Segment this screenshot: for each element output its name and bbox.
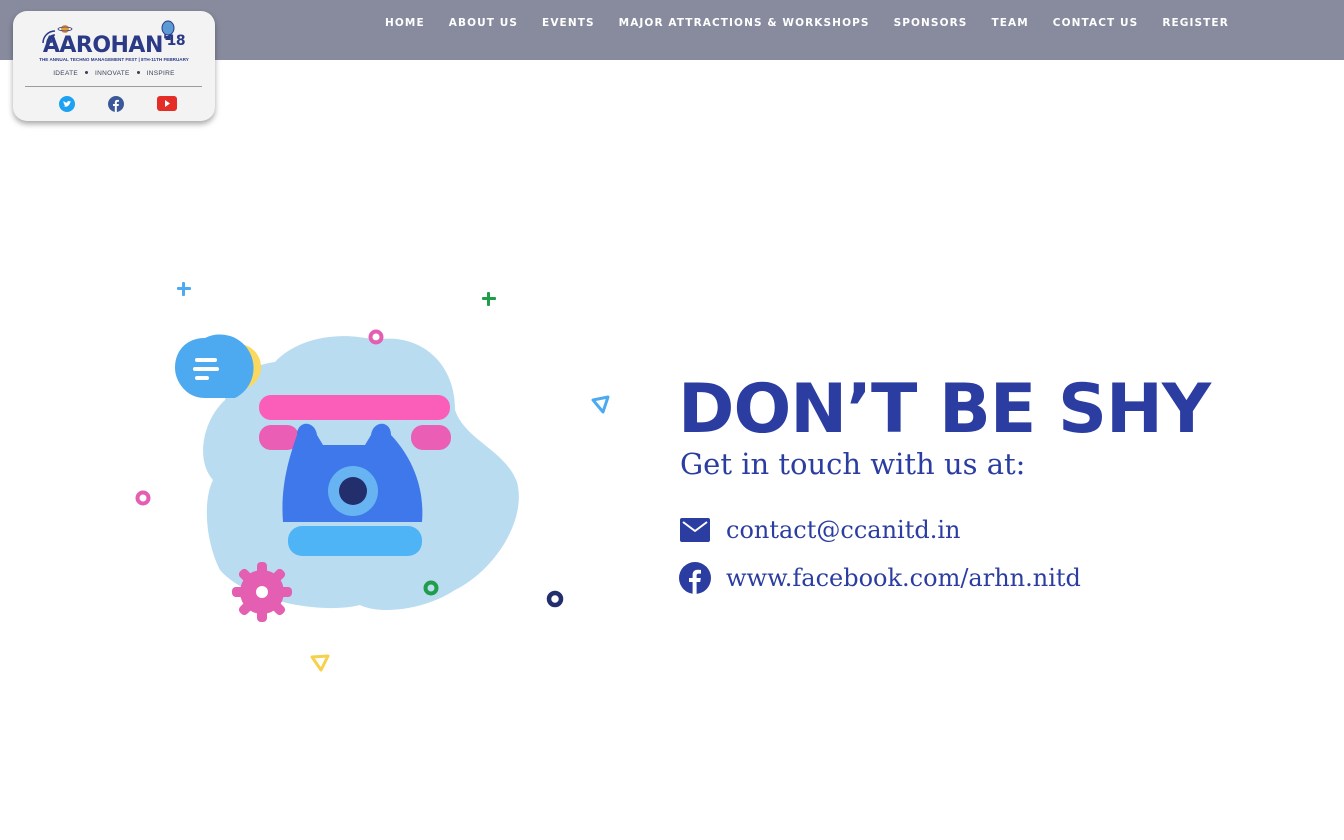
tagline-inspire: INSPIRE <box>146 70 175 77</box>
plus-icon-green <box>482 292 496 306</box>
contact-subhead: Get in touch with us at: <box>680 447 1026 481</box>
facebook-icon <box>679 562 711 594</box>
phone-dial-center <box>339 477 367 505</box>
nav-team[interactable]: TEAM <box>991 17 1028 29</box>
tagline-ideate: IDEATE <box>53 70 78 77</box>
telephone-illustration <box>135 282 610 672</box>
logo-year: '18 <box>162 33 186 49</box>
logo-title-text: AAROHAN <box>42 33 164 58</box>
ring-navy <box>546 590 564 608</box>
logo-card[interactable]: AAROHAN'18 THE ANNUAL TECHNO MANAGEMENT … <box>13 11 215 121</box>
logo-title: AAROHAN'18 <box>13 33 215 58</box>
nav-events[interactable]: EVENTS <box>542 17 595 29</box>
phone-base <box>288 526 422 556</box>
nav-contact-us[interactable]: CONTACT US <box>1053 17 1139 29</box>
plus-icon-blue <box>177 282 191 296</box>
nav-major-attractions[interactable]: MAJOR ATTRACTIONS & WORKSHOPS <box>619 17 870 29</box>
nav-register[interactable]: REGISTER <box>1162 17 1229 29</box>
mail-icon <box>679 514 711 546</box>
contact-headline: DON’T BE SHY <box>678 370 1211 449</box>
triangle-blue <box>591 395 610 414</box>
facebook-link[interactable]: www.facebook.com/arhn.nitd <box>726 563 1081 593</box>
ring-pink-top <box>368 329 384 345</box>
gear-icon <box>232 562 292 622</box>
chat-bubble-blue <box>175 334 254 398</box>
logo-tagline: IDEATE INNOVATE INSPIRE <box>13 70 215 77</box>
phone-handset-left <box>259 425 299 450</box>
tagline-innovate: INNOVATE <box>95 70 130 77</box>
logo-divider <box>25 86 202 87</box>
logo-subtitle: THE ANNUAL TECHNO MANAGEMENT FEST | 8TH-… <box>39 57 189 62</box>
nav-sponsors[interactable]: SPONSORS <box>894 17 968 29</box>
phone-handset-bar <box>259 395 450 420</box>
tagline-dot <box>85 71 88 75</box>
page: HOME ABOUT US EVENTS MAJOR ATTRACTIONS &… <box>0 0 1344 840</box>
facebook-icon[interactable] <box>108 96 124 112</box>
twitter-icon[interactable] <box>59 96 75 112</box>
main-nav: HOME ABOUT US EVENTS MAJOR ATTRACTIONS &… <box>385 0 1253 46</box>
ring-pink-left <box>135 490 151 506</box>
triangle-yellow <box>310 654 330 672</box>
nav-about-us[interactable]: ABOUT US <box>449 17 518 29</box>
phone-handset-right <box>411 425 451 450</box>
email-row: contact@ccanitd.in <box>679 514 960 546</box>
nav-home[interactable]: HOME <box>385 17 425 29</box>
email-link[interactable]: contact@ccanitd.in <box>726 515 960 545</box>
tagline-dot <box>136 71 140 75</box>
facebook-row: www.facebook.com/arhn.nitd <box>679 562 1081 594</box>
youtube-icon[interactable] <box>157 96 177 111</box>
